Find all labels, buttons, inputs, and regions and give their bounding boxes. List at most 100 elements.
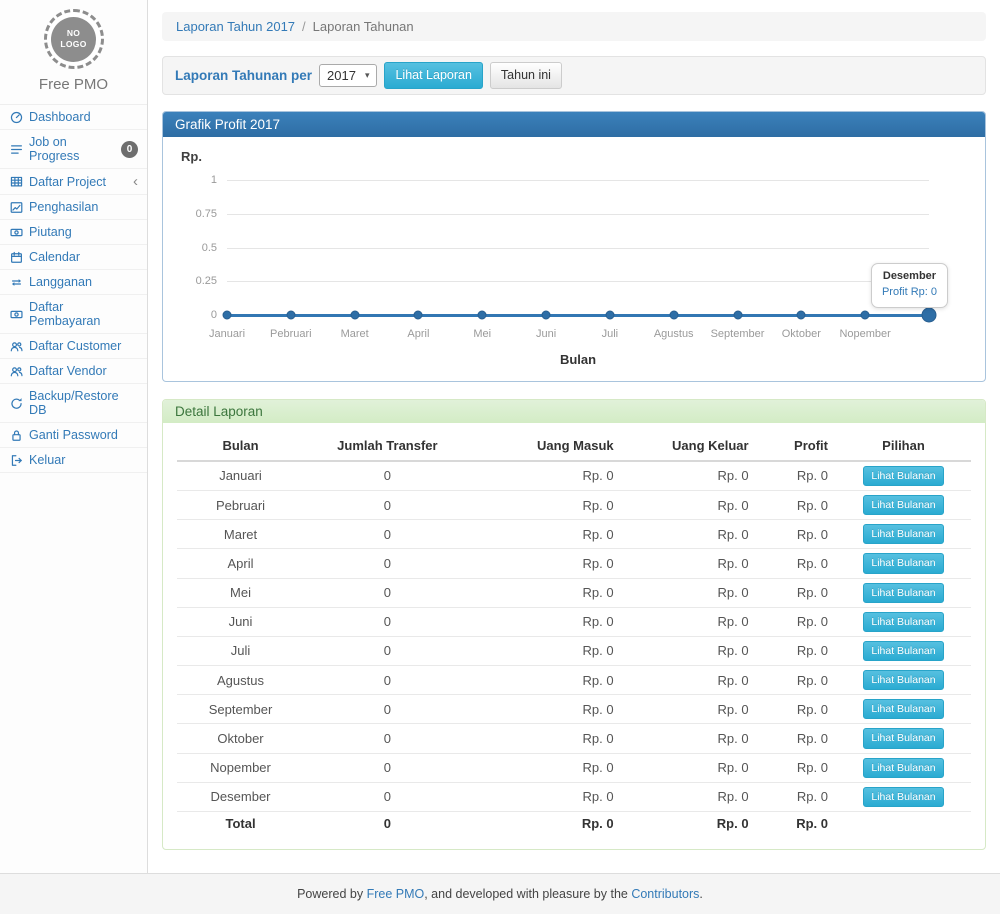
point-dot	[414, 310, 423, 319]
y-tick-label: 0.75	[196, 208, 217, 220]
x-tick-label: Mei	[473, 328, 491, 340]
sidebar-item[interactable]: Job on Progress 0	[0, 130, 147, 169]
cell-bulan: Desember	[177, 782, 304, 811]
cell-uang-masuk: Rp. 0	[471, 520, 622, 549]
footer-text: Powered by	[297, 887, 366, 901]
cell-profit: Rp. 0	[757, 666, 836, 695]
cell-uang-masuk: Rp. 0	[471, 811, 622, 835]
breadcrumb-current: Laporan Tahunan	[313, 19, 414, 34]
sidebar-item[interactable]: Penghasilan	[0, 195, 147, 220]
lihat-bulanan-button[interactable]: Lihat Bulanan	[863, 670, 943, 690]
sidebar-item[interactable]: Keluar	[0, 448, 147, 473]
sidebar-item[interactable]: Daftar Customer	[0, 334, 147, 359]
cell-bulan: Nopember	[177, 753, 304, 782]
year-select[interactable]: 2017 ▾	[319, 64, 377, 87]
table-row: April 0 Rp. 0 Rp. 0 Rp. 0 Lihat Bulanan	[177, 549, 971, 578]
sidebar-item-label: Ganti Password	[29, 428, 118, 442]
chart-body: Rp. 1 0.75	[163, 137, 985, 381]
tasks-icon	[9, 143, 24, 156]
cell-uang-keluar: Rp. 0	[622, 695, 757, 724]
point-dot	[350, 310, 359, 319]
point-dot	[797, 310, 806, 319]
sidebar-item[interactable]: Ganti Password	[0, 423, 147, 448]
line-chart-icon	[9, 201, 24, 214]
sidebar-item-label: Daftar Pembayaran	[29, 300, 138, 328]
users-icon	[9, 340, 24, 353]
col-header-uang-masuk: Uang Masuk	[471, 431, 622, 461]
x-tick-label: September	[711, 328, 765, 340]
sidebar-item[interactable]: Backup/Restore DB	[0, 384, 147, 423]
sidebar-item-label: Dashboard	[29, 110, 91, 124]
profit-series-line	[227, 314, 929, 317]
cell-jumlah-transfer: 0	[304, 695, 471, 724]
cell-bulan: April	[177, 549, 304, 578]
cell-jumlah-transfer: 0	[304, 811, 471, 835]
x-tick-label: Oktober	[782, 328, 821, 340]
sidebar-item-label: Langganan	[29, 275, 92, 289]
cell-uang-keluar: Rp. 0	[622, 491, 757, 520]
sidebar-item-label: Daftar Customer	[29, 339, 121, 353]
sidebar-item-label: Backup/Restore DB	[29, 389, 138, 417]
lihat-bulanan-button[interactable]: Lihat Bulanan	[863, 758, 943, 778]
cell-profit: Rp. 0	[757, 811, 836, 835]
sidebar-item[interactable]: Calendar	[0, 245, 147, 270]
x-tick-label: Juni	[536, 328, 556, 340]
lihat-bulanan-button[interactable]: Lihat Bulanan	[863, 466, 943, 486]
logo-area: NO LOGO Free PMO	[0, 0, 147, 93]
money-icon	[9, 226, 24, 239]
cell-uang-masuk: Rp. 0	[471, 636, 622, 665]
x-tick-label: April	[407, 328, 429, 340]
lihat-bulanan-button[interactable]: Lihat Bulanan	[863, 641, 943, 661]
lihat-bulanan-button[interactable]: Lihat Bulanan	[863, 524, 943, 544]
users-icon	[9, 365, 24, 378]
lihat-bulanan-button[interactable]: Lihat Bulanan	[863, 787, 943, 807]
cell-pilihan: Lihat Bulanan	[836, 753, 971, 782]
lihat-bulanan-button[interactable]: Lihat Bulanan	[863, 495, 943, 515]
sidebar: NO LOGO Free PMO Dashboard Job on Progre…	[0, 0, 148, 873]
report-table: Bulan Jumlah Transfer Uang Masuk Uang Ke…	[177, 431, 971, 836]
point-dot	[542, 310, 551, 319]
table-row: Oktober 0 Rp. 0 Rp. 0 Rp. 0 Lihat Bulana…	[177, 724, 971, 753]
point-dot	[669, 310, 678, 319]
lihat-laporan-button[interactable]: Lihat Laporan	[384, 62, 482, 89]
cell-pilihan: Lihat Bulanan	[836, 636, 971, 665]
cell-bulan: Juni	[177, 607, 304, 636]
point-dot	[861, 310, 870, 319]
sidebar-item[interactable]: Daftar Vendor	[0, 359, 147, 384]
cell-bulan: Januari	[177, 461, 304, 491]
cell-pilihan: Lihat Bulanan	[836, 782, 971, 811]
cell-uang-keluar: Rp. 0	[622, 520, 757, 549]
sidebar-item-label: Piutang	[29, 225, 72, 239]
lihat-bulanan-button[interactable]: Lihat Bulanan	[863, 699, 943, 719]
cell-profit: Rp. 0	[757, 578, 836, 607]
x-tick-label: Januari	[209, 328, 245, 340]
lihat-bulanan-button[interactable]: Lihat Bulanan	[863, 728, 943, 748]
cell-bulan: Total	[177, 811, 304, 835]
lihat-bulanan-button[interactable]: Lihat Bulanan	[863, 553, 943, 573]
sidebar-item[interactable]: Piutang	[0, 220, 147, 245]
sidebar-item[interactable]: Dashboard	[0, 105, 147, 130]
table-row: Nopember 0 Rp. 0 Rp. 0 Rp. 0 Lihat Bulan…	[177, 753, 971, 782]
col-header-jumlah-transfer: Jumlah Transfer	[304, 431, 471, 461]
lihat-bulanan-button[interactable]: Lihat Bulanan	[863, 583, 943, 603]
breadcrumb-link[interactable]: Laporan Tahun 2017	[176, 19, 295, 34]
table-row: Juli 0 Rp. 0 Rp. 0 Rp. 0 Lihat Bulanan	[177, 636, 971, 665]
lihat-bulanan-button[interactable]: Lihat Bulanan	[863, 612, 943, 632]
money-icon	[9, 308, 24, 321]
sidebar-item[interactable]: Daftar Pembayaran	[0, 295, 147, 334]
tahun-ini-button[interactable]: Tahun ini	[490, 62, 562, 89]
free-pmo-link[interactable]: Free PMO	[367, 887, 425, 901]
y-tick-label: 0	[211, 309, 217, 321]
contributors-link[interactable]: Contributors	[631, 887, 699, 901]
cell-uang-keluar: Rp. 0	[622, 724, 757, 753]
chevron-left-icon: ‹	[133, 174, 138, 189]
cell-profit: Rp. 0	[757, 461, 836, 491]
cell-uang-keluar: Rp. 0	[622, 549, 757, 578]
table-row: September 0 Rp. 0 Rp. 0 Rp. 0 Lihat Bula…	[177, 695, 971, 724]
sidebar-item[interactable]: Daftar Project ‹	[0, 169, 147, 195]
sidebar-item[interactable]: Langganan	[0, 270, 147, 295]
table-header-row: Bulan Jumlah Transfer Uang Masuk Uang Ke…	[177, 431, 971, 461]
x-tick-label: Maret	[341, 328, 369, 340]
tooltip-title: Desember	[882, 268, 937, 285]
cell-bulan: Oktober	[177, 724, 304, 753]
